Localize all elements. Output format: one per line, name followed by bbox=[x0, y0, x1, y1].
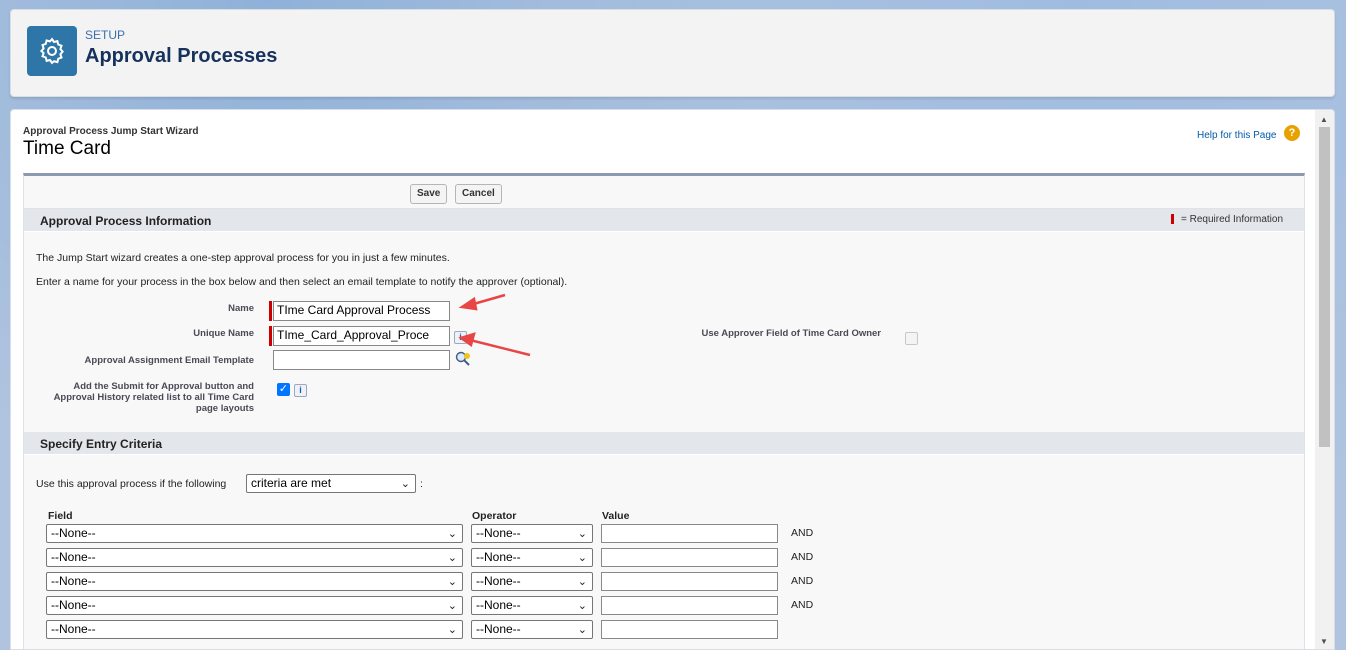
name-input[interactable]: TIme Card Approval Process bbox=[273, 301, 450, 321]
email-template-input[interactable] bbox=[273, 350, 450, 370]
approver-field-label: Use Approver Field of Time Card Owner bbox=[701, 328, 881, 339]
button-bar: Save Cancel bbox=[24, 176, 1304, 209]
field-select[interactable]: --None-- ⌄ bbox=[46, 548, 463, 567]
operator-select[interactable]: --None-- ⌄ bbox=[471, 572, 593, 591]
operator-select-value: --None-- bbox=[476, 550, 521, 564]
wizard-label: Approval Process Jump Start Wizard bbox=[23, 126, 199, 137]
value-input[interactable] bbox=[601, 524, 778, 543]
field-column-header: Field bbox=[48, 510, 73, 522]
lookup-search-icon[interactable] bbox=[455, 351, 471, 367]
required-indicator bbox=[269, 301, 272, 321]
and-label: AND bbox=[791, 551, 814, 563]
operator-select-value: --None-- bbox=[476, 622, 521, 636]
vertical-scrollbar[interactable]: ▲ ▼ bbox=[1315, 110, 1334, 649]
submit-button-label: Add the Submit for Approval button and A… bbox=[53, 381, 254, 414]
criteria-select-value: criteria are met bbox=[251, 476, 332, 490]
wizard-form: Save Cancel Approval Process Information… bbox=[23, 173, 1305, 649]
value-input[interactable] bbox=[601, 596, 778, 615]
unique-name-label: Unique Name bbox=[193, 328, 254, 339]
field-select-value: --None-- bbox=[51, 622, 96, 636]
chevron-down-icon: ⌄ bbox=[577, 528, 587, 540]
save-button[interactable]: Save bbox=[410, 184, 448, 204]
intro-text: The Jump Start wizard creates a one-step… bbox=[36, 252, 450, 264]
required-indicator bbox=[1171, 214, 1174, 224]
field-select-value: --None-- bbox=[51, 574, 96, 588]
operator-select-value: --None-- bbox=[476, 598, 521, 612]
operator-select-value: --None-- bbox=[476, 526, 521, 540]
chevron-down-icon: ⌄ bbox=[577, 600, 587, 612]
and-label: AND bbox=[791, 599, 814, 611]
main-content: Approval Process Jump Start Wizard Time … bbox=[10, 109, 1335, 650]
entry-criteria-section-header: Specify Entry Criteria bbox=[24, 432, 1304, 455]
chevron-down-icon: ⌄ bbox=[447, 528, 457, 540]
name-label: Name bbox=[228, 303, 254, 314]
required-info-legend: = Required Information bbox=[1181, 214, 1284, 225]
scroll-thumb[interactable] bbox=[1319, 127, 1330, 447]
operator-select[interactable]: --None-- ⌄ bbox=[471, 524, 593, 543]
field-select-value: --None-- bbox=[51, 550, 96, 564]
field-select-value: --None-- bbox=[51, 598, 96, 612]
field-select[interactable]: --None-- ⌄ bbox=[46, 620, 463, 639]
chevron-down-icon: ⌄ bbox=[400, 478, 410, 490]
use-process-text: Use this approval process if the followi… bbox=[36, 478, 227, 490]
field-select-value: --None-- bbox=[51, 526, 96, 540]
approval-info-section-header: Approval Process Information = Required … bbox=[24, 209, 1304, 232]
colon: : bbox=[420, 478, 423, 490]
unique-name-input[interactable]: TIme_Card_Approval_Proce bbox=[273, 326, 450, 346]
value-input[interactable] bbox=[601, 572, 778, 591]
page-title: Approval Processes bbox=[85, 45, 278, 67]
chevron-down-icon: ⌄ bbox=[447, 600, 457, 612]
chevron-down-icon: ⌄ bbox=[447, 576, 457, 588]
operator-select[interactable]: --None-- ⌄ bbox=[471, 548, 593, 567]
page-header: SETUP Approval Processes bbox=[10, 9, 1335, 97]
scroll-down-icon[interactable]: ▼ bbox=[1320, 637, 1328, 646]
info-icon[interactable]: i bbox=[454, 331, 467, 344]
value-column-header: Value bbox=[602, 510, 630, 522]
chevron-down-icon: ⌄ bbox=[447, 624, 457, 636]
record-title: Time Card bbox=[23, 138, 111, 159]
chevron-down-icon: ⌄ bbox=[577, 576, 587, 588]
operator-select[interactable]: --None-- ⌄ bbox=[471, 620, 593, 639]
and-label: AND bbox=[791, 575, 814, 587]
value-input[interactable] bbox=[601, 548, 778, 567]
required-indicator bbox=[269, 326, 272, 346]
section-title: Approval Process Information bbox=[40, 214, 212, 228]
help-link[interactable]: Help for this Page bbox=[1197, 130, 1277, 141]
setup-gear-icon bbox=[27, 26, 77, 76]
chevron-down-icon: ⌄ bbox=[577, 624, 587, 636]
help-icon[interactable]: ? bbox=[1284, 125, 1300, 141]
cancel-button[interactable]: Cancel bbox=[455, 184, 502, 204]
breadcrumb-setup[interactable]: SETUP bbox=[85, 28, 125, 42]
info-icon[interactable]: i bbox=[294, 384, 307, 397]
field-select[interactable]: --None-- ⌄ bbox=[46, 572, 463, 591]
criteria-select[interactable]: criteria are met ⌄ bbox=[246, 474, 416, 493]
field-select[interactable]: --None-- ⌄ bbox=[46, 596, 463, 615]
email-template-label: Approval Assignment Email Template bbox=[84, 355, 254, 366]
value-input[interactable] bbox=[601, 620, 778, 639]
instructions-text: Enter a name for your process in the box… bbox=[36, 276, 568, 288]
and-label: AND bbox=[791, 527, 814, 539]
approver-field-checkbox[interactable] bbox=[905, 332, 918, 345]
section-title: Specify Entry Criteria bbox=[40, 437, 163, 451]
chevron-down-icon: ⌄ bbox=[447, 552, 457, 564]
operator-select[interactable]: --None-- ⌄ bbox=[471, 596, 593, 615]
operator-select-value: --None-- bbox=[476, 574, 521, 588]
operator-column-header: Operator bbox=[472, 510, 517, 522]
submit-checkbox-checked-icon[interactable]: ✓ bbox=[277, 383, 290, 396]
field-select[interactable]: --None-- ⌄ bbox=[46, 524, 463, 543]
chevron-down-icon: ⌄ bbox=[577, 552, 587, 564]
scroll-up-icon[interactable]: ▲ bbox=[1320, 115, 1328, 124]
